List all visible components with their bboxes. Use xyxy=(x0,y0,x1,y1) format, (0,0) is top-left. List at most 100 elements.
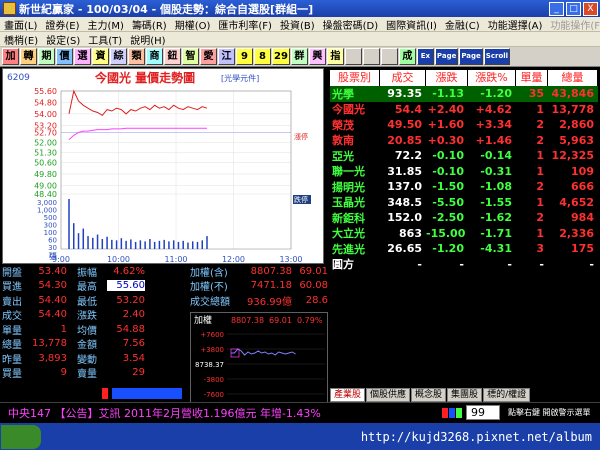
menu-item[interactable]: 操盤密碼(D) xyxy=(319,17,383,32)
menu-bar: 畫面(L) 證券(E) 主力(M) 籌碼(R) 期權(O) 匯市利率(F) 投資(B) 操盤密… xyxy=(0,17,600,32)
mini-tick-label: -7600 xyxy=(204,391,224,399)
quote-label: 開盤 xyxy=(2,267,22,279)
toolbar-button[interactable]: 價 xyxy=(56,48,73,65)
toolbar-button[interactable]: 商 xyxy=(146,48,163,65)
toolbar-button[interactable]: 資 xyxy=(92,48,109,65)
ticker-message[interactable]: 中央147 【公告】艾訊 2011年2月營收1.196億元 年增-1.43% xyxy=(0,405,442,421)
quote-row: 昨量 3,893 變動 3.54 xyxy=(2,351,188,366)
toolbar-button[interactable]: 群 xyxy=(290,48,308,65)
table-cell-vol: 1 xyxy=(536,102,544,116)
menu-item[interactable]: 籌碼(R) xyxy=(128,17,171,32)
toolbar-button[interactable]: 愛 xyxy=(200,48,217,65)
quote-value: 54.40 xyxy=(38,294,67,306)
tab-0[interactable]: 產業股 xyxy=(330,388,366,402)
minimize-button[interactable]: _ xyxy=(549,1,564,16)
column-header[interactable]: 股票別 xyxy=(330,70,380,86)
table-cell-chg: +1.60 xyxy=(427,118,464,132)
menu-item[interactable]: 主力(M) xyxy=(84,17,128,32)
column-header[interactable]: 漲跌 xyxy=(426,70,468,86)
table-row[interactable]: 圓方 - - - - - xyxy=(330,257,598,273)
toolbar-button[interactable]: 江 xyxy=(218,48,235,65)
price-tick-label: 51.30 xyxy=(34,149,57,158)
index-quote-change: 28.6 xyxy=(305,294,328,306)
table-cell-price: 152.0 xyxy=(387,211,422,225)
tab-4[interactable]: 標的/權證 xyxy=(483,388,531,402)
mini-tick-label: +7600 xyxy=(200,331,224,339)
table-cell-chg: - xyxy=(459,257,464,271)
ticker-hint: 點擊右鍵 開啟警示選單 xyxy=(508,408,591,417)
table-cell-name: 榮茂 xyxy=(332,118,354,132)
toolbar-button[interactable]: 成 xyxy=(398,48,416,65)
column-header[interactable]: 成交 xyxy=(380,70,426,86)
toolbar-button[interactable]: 29 xyxy=(272,48,290,65)
price-tick-label: 54.80 xyxy=(34,98,57,107)
price-volume-chart[interactable]: 6209 今國光 量價走勢圖 [光學元件] 55.60 54.80 54.00 53.20 5… xyxy=(2,68,324,264)
column-header[interactable]: 漲跌% xyxy=(468,70,516,86)
menu-item[interactable]: 橋梢(E) xyxy=(0,32,42,47)
toolbar-button[interactable]: 興 xyxy=(308,48,326,65)
table-row[interactable]: 聯一光 31.85 -0.10 -0.31 1 109 xyxy=(330,164,598,180)
toolbar-button[interactable]: Page xyxy=(459,48,483,65)
menu-item[interactable]: 畫面(L) xyxy=(0,17,41,32)
toolbar-button[interactable] xyxy=(344,48,362,65)
quote-label: 買進 xyxy=(2,282,22,294)
table-cell-vol: 2 xyxy=(536,118,544,132)
toolbar-button[interactable]: 指 xyxy=(326,48,344,65)
ticker-index-value[interactable]: 99 xyxy=(466,405,500,420)
toolbar-button[interactable] xyxy=(380,48,398,65)
table-row[interactable]: 玉晶光 348.5 -5.50 -1.55 1 4,652 xyxy=(330,195,598,211)
toolbar-button[interactable] xyxy=(362,48,380,65)
menu-item[interactable]: 設定(S) xyxy=(42,32,84,47)
table-row[interactable]: 新鉅科 152.0 -2.50 -1.62 2 984 xyxy=(330,210,598,226)
menu-item[interactable]: 金融(C) xyxy=(441,17,484,32)
toolbar-button[interactable]: 選 xyxy=(74,48,91,65)
toolbar-button[interactable]: 智 xyxy=(182,48,199,65)
table-row[interactable]: 大立光 863 -15.00 -1.71 1 2,336 xyxy=(330,226,598,242)
close-button[interactable]: X xyxy=(583,1,598,16)
table-row[interactable]: 揚明光 137.0 -1.50 -1.08 2 666 xyxy=(330,179,598,195)
price-line xyxy=(68,89,208,116)
menu-item[interactable]: 功能選擇(A) xyxy=(484,17,547,32)
quote-row: 買量 9 賣量 29 xyxy=(2,366,188,380)
menu-item[interactable]: 工具(T) xyxy=(84,32,126,47)
table-cell-price: 54.4 xyxy=(394,102,422,116)
tab-3[interactable]: 集團股 xyxy=(447,388,483,402)
menu-item[interactable]: 匯市利率(F) xyxy=(214,17,276,32)
toolbar-button[interactable]: 類 xyxy=(128,48,145,65)
toolbar-button[interactable]: 期 xyxy=(38,48,55,65)
table-cell-total: 984 xyxy=(571,211,594,225)
toolbar-button[interactable]: Ex xyxy=(416,48,434,65)
table-row[interactable]: 敦南 20.85 +0.30 +1.46 2 5,963 xyxy=(330,133,598,149)
table-row[interactable]: 亞光 72.2 -0.10 -0.14 1 12,325 xyxy=(330,148,598,164)
toolbar-button[interactable]: Page xyxy=(434,48,459,65)
tab-1[interactable]: 個股供應 xyxy=(366,388,411,402)
menu-item[interactable]: 國際資訊(I) xyxy=(382,17,441,32)
toolbar-button[interactable]: 綜 xyxy=(110,48,127,65)
tab-2[interactable]: 概念股 xyxy=(411,388,447,402)
table-body: 光學 93.35 -1.13 -1.20 35 43,846 今國光 54.4 +2.40 +4.… xyxy=(330,86,598,272)
toolbar-button[interactable]: 9 xyxy=(236,48,253,65)
menu-item[interactable]: 證券(E) xyxy=(41,17,83,32)
column-header[interactable]: 單量 xyxy=(516,70,548,86)
menu-item[interactable]: 投資(B) xyxy=(276,17,319,32)
index-quote-label: 加權(含) xyxy=(190,267,228,279)
toolbar-button[interactable]: 加 xyxy=(2,48,19,65)
chart-tag: [光學元件] xyxy=(221,73,259,83)
column-header[interactable]: 總量 xyxy=(548,70,598,86)
toolbar-button[interactable]: 8 xyxy=(254,48,271,65)
menu-item[interactable]: 說明(H) xyxy=(126,32,169,47)
table-row[interactable]: 榮茂 49.50 +1.60 +3.34 2 2,860 xyxy=(330,117,598,133)
table-row[interactable]: 光學 93.35 -1.13 -1.20 35 43,846 xyxy=(330,86,598,102)
menu-item[interactable]: 功能操作(F) xyxy=(546,17,600,32)
menu-item[interactable]: 期權(O) xyxy=(171,17,215,32)
toolbar-button[interactable]: 鈕 xyxy=(164,48,181,65)
maximize-button[interactable]: □ xyxy=(566,1,581,16)
toolbar-button[interactable]: Scroll xyxy=(483,48,511,65)
table-row[interactable]: 今國光 54.4 +2.40 +4.62 1 13,778 xyxy=(330,102,598,118)
table-row[interactable]: 先進光 26.65 -1.20 -4.31 3 175 xyxy=(330,241,598,257)
table-cell-chg: -2.50 xyxy=(432,211,464,225)
start-button[interactable] xyxy=(1,424,41,449)
index-mini-chart[interactable]: 加權 8807.38 69.01 0.79% +7600 +3800 8738.37 -380… xyxy=(190,312,328,405)
toolbar-button[interactable]: 轉 xyxy=(20,48,37,65)
volume-unit-label: 張 xyxy=(49,252,57,261)
